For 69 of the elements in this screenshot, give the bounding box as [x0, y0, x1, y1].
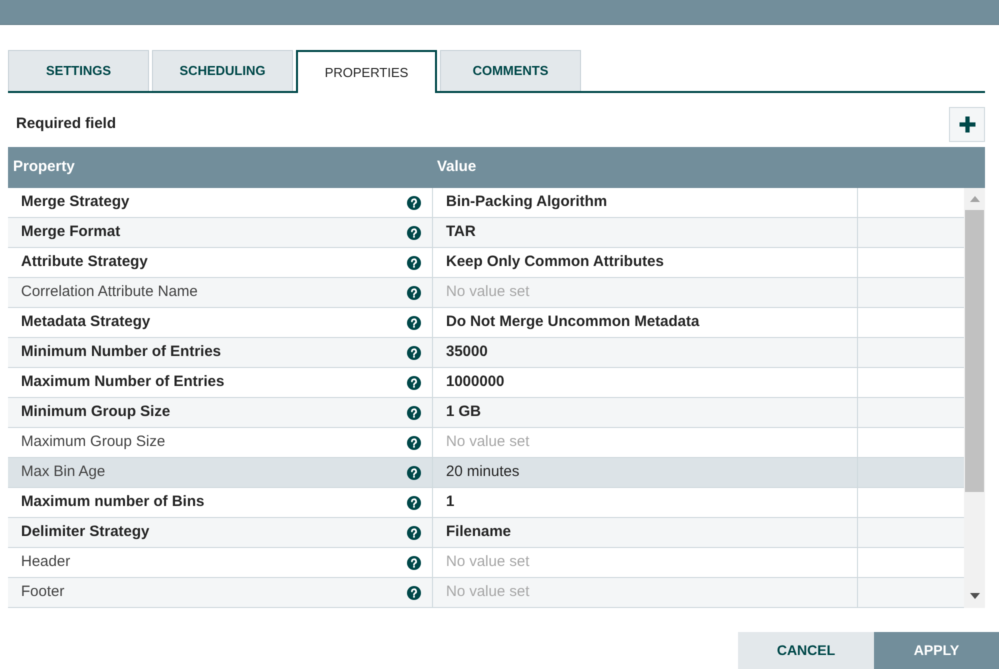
- property-value: 1: [446, 492, 454, 512]
- help-icon[interactable]: [407, 526, 421, 540]
- table-row[interactable]: Header No value set: [8, 548, 964, 578]
- help-icon[interactable]: [407, 286, 421, 300]
- scrollbar-thumb[interactable]: [965, 210, 984, 492]
- property-value: TAR: [446, 222, 476, 242]
- required-field-label: Required field: [16, 114, 116, 134]
- tab[interactable]: SETTINGS: [8, 50, 149, 91]
- table-row[interactable]: Attribute Strategy Keep Only Common Attributes: [8, 248, 964, 278]
- tab[interactable]: SCHEDULING: [152, 50, 293, 91]
- property-name: Minimum Number of Entries: [21, 342, 222, 362]
- table-row[interactable]: Max Bin Age 20 minutes: [8, 458, 964, 488]
- help-icon[interactable]: [407, 376, 421, 390]
- property-value: 1 GB: [446, 402, 482, 422]
- property-value: No value set: [446, 282, 530, 302]
- property-name: Merge Strategy: [21, 192, 130, 212]
- property-name: Attribute Strategy: [21, 252, 148, 272]
- property-name: Merge Format: [21, 222, 120, 242]
- property-name: Metadata Strategy: [21, 312, 150, 332]
- property-value: Keep Only Common Attributes: [446, 252, 664, 272]
- property-name: Maximum number of Bins: [21, 492, 204, 512]
- property-name: Minimum Group Size: [21, 402, 170, 422]
- property-value: Filename: [446, 522, 512, 542]
- cancel-button[interactable]: CANCEL: [738, 632, 874, 669]
- property-name: Footer: [21, 582, 64, 602]
- help-icon[interactable]: [407, 196, 421, 210]
- help-icon[interactable]: [407, 226, 421, 240]
- property-value: 20 minutes: [446, 462, 520, 482]
- table-row[interactable]: Minimum Group Size 1 GB: [8, 398, 964, 428]
- table-row[interactable]: Delimiter Strategy Filename: [8, 518, 964, 548]
- column-header: Value: [436, 157, 476, 178]
- table-row[interactable]: Merge Format TAR: [8, 218, 964, 248]
- table-row[interactable]: Merge Strategy Bin-Packing Algorithm: [8, 188, 964, 218]
- help-icon[interactable]: [407, 496, 421, 510]
- column-header: Property: [12, 157, 76, 178]
- property-value: 35000: [446, 342, 488, 362]
- property-value: No value set: [446, 582, 530, 602]
- help-icon[interactable]: [407, 346, 421, 360]
- property-value: Do Not Merge Uncommon Metadata: [446, 312, 700, 332]
- help-icon[interactable]: [407, 316, 421, 330]
- scrollbar[interactable]: [964, 188, 985, 608]
- property-value: 1000000: [446, 372, 504, 392]
- table-row[interactable]: Maximum Number of Entries 1000000: [8, 368, 964, 398]
- table-row[interactable]: Maximum number of Bins 1: [8, 488, 964, 518]
- table-row[interactable]: Maximum Group Size No value set: [8, 428, 964, 458]
- property-name: Correlation Attribute Name: [21, 282, 198, 302]
- property-name: Max Bin Age: [21, 462, 106, 482]
- plus-icon: [958, 116, 976, 133]
- property-value: No value set: [446, 552, 530, 572]
- property-name: Header: [21, 552, 70, 572]
- property-name: Maximum Group Size: [21, 432, 166, 452]
- help-icon[interactable]: [407, 466, 421, 480]
- help-icon[interactable]: [407, 586, 421, 600]
- help-icon[interactable]: [407, 436, 421, 450]
- table-row[interactable]: Correlation Attribute Name No value set: [8, 278, 964, 308]
- tab[interactable]: COMMENTS: [440, 50, 581, 91]
- table-row[interactable]: Footer No value set: [8, 578, 964, 608]
- help-icon[interactable]: [407, 406, 421, 420]
- property-value: No value set: [446, 432, 530, 452]
- property-name: Maximum Number of Entries: [21, 372, 224, 392]
- scroll-down-icon[interactable]: [970, 593, 980, 599]
- property-name: Delimiter Strategy: [21, 522, 150, 542]
- table-row[interactable]: Minimum Number of Entries 35000: [8, 338, 964, 368]
- help-icon[interactable]: [407, 256, 421, 270]
- property-value: Bin-Packing Algorithm: [446, 192, 608, 212]
- tab[interactable]: PROPERTIES: [296, 50, 437, 93]
- add-property-button[interactable]: [949, 107, 985, 142]
- help-icon[interactable]: [407, 556, 421, 570]
- table-row[interactable]: Metadata Strategy Do Not Merge Uncommon Metadata: [8, 308, 964, 338]
